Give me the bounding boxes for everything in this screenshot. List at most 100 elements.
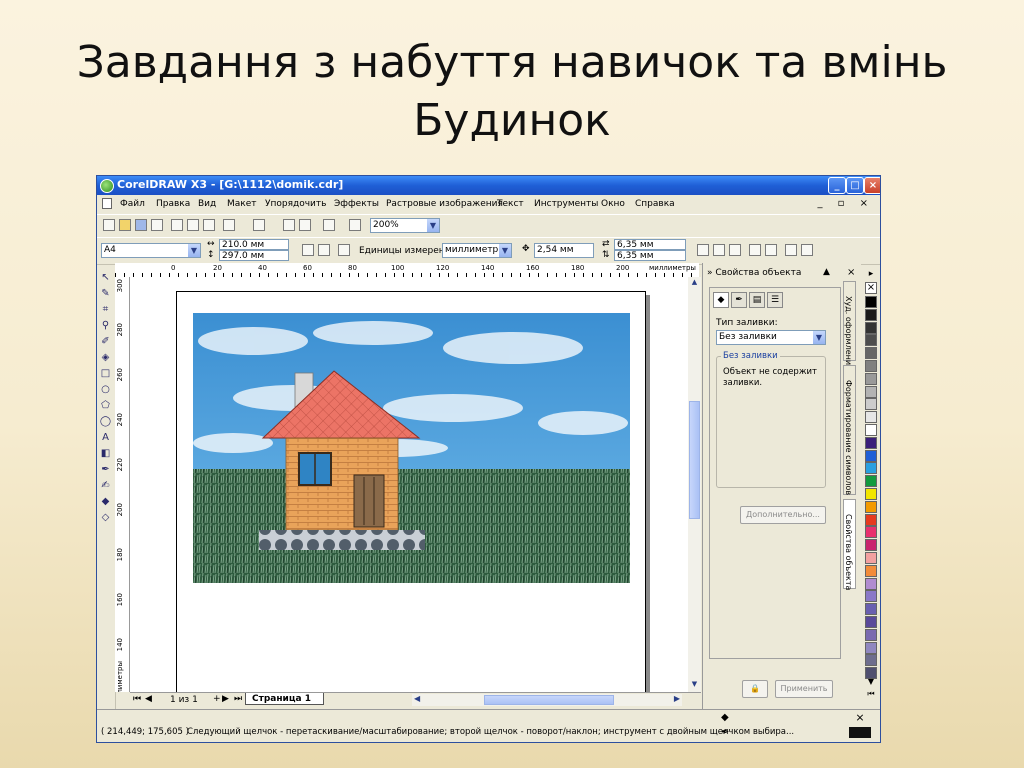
landscape-icon[interactable]: [318, 244, 330, 256]
color-swatch[interactable]: [865, 308, 877, 321]
pick-tool-icon[interactable]: ↖: [99, 271, 112, 284]
import-icon[interactable]: [283, 219, 295, 231]
save-icon[interactable]: [135, 219, 147, 231]
align-icon[interactable]: [801, 244, 813, 256]
scroll-up-icon[interactable]: ▲: [689, 278, 700, 289]
paper-type-select[interactable]: A4 ▼: [101, 243, 201, 258]
nudge-distance-input[interactable]: 2,54 мм: [534, 243, 594, 258]
horizontal-scrollbar[interactable]: ◀ ▶: [412, 694, 682, 706]
color-swatch[interactable]: [865, 603, 877, 616]
menu-layout[interactable]: Макет: [227, 199, 257, 209]
treat-as-filled-icon[interactable]: [765, 244, 777, 256]
ellipse-tool-icon[interactable]: ○: [99, 383, 112, 396]
eyedropper-tool-icon[interactable]: ✒: [99, 463, 112, 476]
units-select[interactable]: миллиметры ▼: [442, 243, 512, 258]
cut-icon[interactable]: [171, 219, 183, 231]
vertical-scrollbar[interactable]: ▲ ▼: [688, 277, 701, 692]
outline-tab-icon[interactable]: ✒: [731, 292, 747, 308]
summary-tab-icon[interactable]: ☰: [767, 292, 783, 308]
color-swatch[interactable]: [865, 500, 877, 513]
portrait-icon[interactable]: [302, 244, 314, 256]
scroll-right-icon[interactable]: ▶: [674, 694, 680, 703]
vertical-scroll-thumb[interactable]: [689, 401, 700, 519]
document-icon[interactable]: [102, 198, 112, 209]
dynamic-guides-icon[interactable]: [749, 244, 761, 256]
color-swatch[interactable]: [865, 590, 877, 603]
prev-page-icon[interactable]: ◀: [145, 694, 152, 704]
color-swatch[interactable]: [865, 475, 877, 488]
application-launcher-icon[interactable]: [323, 219, 335, 231]
duplicate-x-input[interactable]: 6,35 мм: [614, 239, 686, 250]
color-swatch[interactable]: [865, 654, 877, 667]
stone-foundation[interactable]: [259, 530, 425, 550]
general-tab-icon[interactable]: ▤: [749, 292, 765, 308]
duplicate-y-input[interactable]: 6,35 мм: [614, 250, 686, 261]
snap-guidelines-icon[interactable]: [713, 244, 725, 256]
fill-tab-icon[interactable]: ◆: [713, 292, 729, 308]
first-page-icon[interactable]: ⏮: [133, 694, 141, 704]
color-swatch[interactable]: [865, 641, 877, 654]
scroll-down-icon[interactable]: ▼: [689, 680, 700, 691]
interactive-blend-tool-icon[interactable]: ◧: [99, 447, 112, 460]
fill-tool-icon[interactable]: ◆: [99, 495, 112, 508]
more-button[interactable]: Дополнительно...: [740, 506, 826, 524]
color-swatch[interactable]: [865, 296, 877, 308]
window-titlebar[interactable]: CorelDRAW X3 - [G:\1112\domik.cdr] _ □ ×: [97, 176, 880, 195]
color-swatch[interactable]: [865, 628, 877, 641]
color-swatch[interactable]: [865, 360, 877, 372]
grass[interactable]: [193, 469, 630, 583]
fill-none-swatch[interactable]: ⨯: [849, 712, 871, 723]
menu-edit[interactable]: Правка: [156, 199, 190, 209]
menu-view[interactable]: Вид: [198, 199, 216, 209]
menu-effects[interactable]: Эффекты: [334, 199, 379, 209]
new-icon[interactable]: [103, 219, 115, 231]
palette-scroll-end-icon[interactable]: ⏮: [865, 689, 877, 700]
palette-scroll-down-icon[interactable]: ▼: [865, 677, 877, 688]
horizontal-scroll-thumb[interactable]: [484, 695, 614, 705]
color-swatch[interactable]: [865, 334, 877, 347]
color-swatch[interactable]: [865, 385, 877, 398]
lock-icon[interactable]: 🔒: [742, 680, 768, 698]
color-swatch[interactable]: [865, 462, 877, 475]
chevron-down-icon[interactable]: ▼: [813, 331, 825, 344]
undo-icon[interactable]: [223, 219, 235, 231]
color-swatch[interactable]: [865, 616, 877, 628]
house-drawing[interactable]: [193, 313, 630, 583]
paste-icon[interactable]: [203, 219, 215, 231]
chevron-down-icon[interactable]: ▼: [188, 244, 200, 257]
polygon-tool-icon[interactable]: ⬠: [99, 399, 112, 412]
no-color-swatch[interactable]: ×: [865, 282, 877, 294]
mdi-controls[interactable]: _ ▫ ×: [817, 198, 874, 209]
last-page-icon[interactable]: ⏭: [234, 694, 242, 704]
export-icon[interactable]: [299, 219, 311, 231]
corel-online-icon[interactable]: [349, 219, 361, 231]
interactive-fill-tool-icon[interactable]: ◇: [99, 511, 112, 524]
tab-artistic-media[interactable]: Худ. оформление: [843, 281, 856, 370]
docker-close-icon[interactable]: ×: [847, 267, 855, 278]
color-swatch[interactable]: [865, 449, 877, 462]
tab-object-properties[interactable]: Свойства объекта: [843, 499, 856, 590]
snap-grid-icon[interactable]: [697, 244, 709, 256]
tab-character-formatting[interactable]: Форматирование символов: [843, 365, 856, 495]
menu-file[interactable]: Файл: [120, 199, 145, 209]
menu-bitmaps[interactable]: Растровые изображения: [386, 199, 503, 209]
color-swatch[interactable]: [865, 321, 877, 334]
zoom-tool-icon[interactable]: ⚲: [99, 319, 112, 332]
outline-color-swatch[interactable]: [849, 727, 871, 738]
open-icon[interactable]: [119, 219, 131, 231]
menu-arrange[interactable]: Упорядочить: [265, 199, 326, 209]
color-swatch[interactable]: [865, 552, 877, 564]
all-pages-icon[interactable]: [338, 244, 350, 256]
fill-type-select[interactable]: Без заливки ▼: [716, 330, 826, 345]
color-swatch[interactable]: [865, 424, 877, 436]
color-swatch[interactable]: [865, 488, 877, 500]
options-icon[interactable]: [785, 244, 797, 256]
color-swatch[interactable]: [865, 526, 877, 539]
chevron-down-icon[interactable]: ▼: [499, 244, 511, 257]
color-swatch[interactable]: [865, 513, 877, 526]
color-swatch[interactable]: [865, 577, 877, 590]
color-swatch[interactable]: [865, 398, 877, 411]
copy-icon[interactable]: [187, 219, 199, 231]
print-icon[interactable]: [151, 219, 163, 231]
color-swatch[interactable]: [865, 411, 877, 424]
